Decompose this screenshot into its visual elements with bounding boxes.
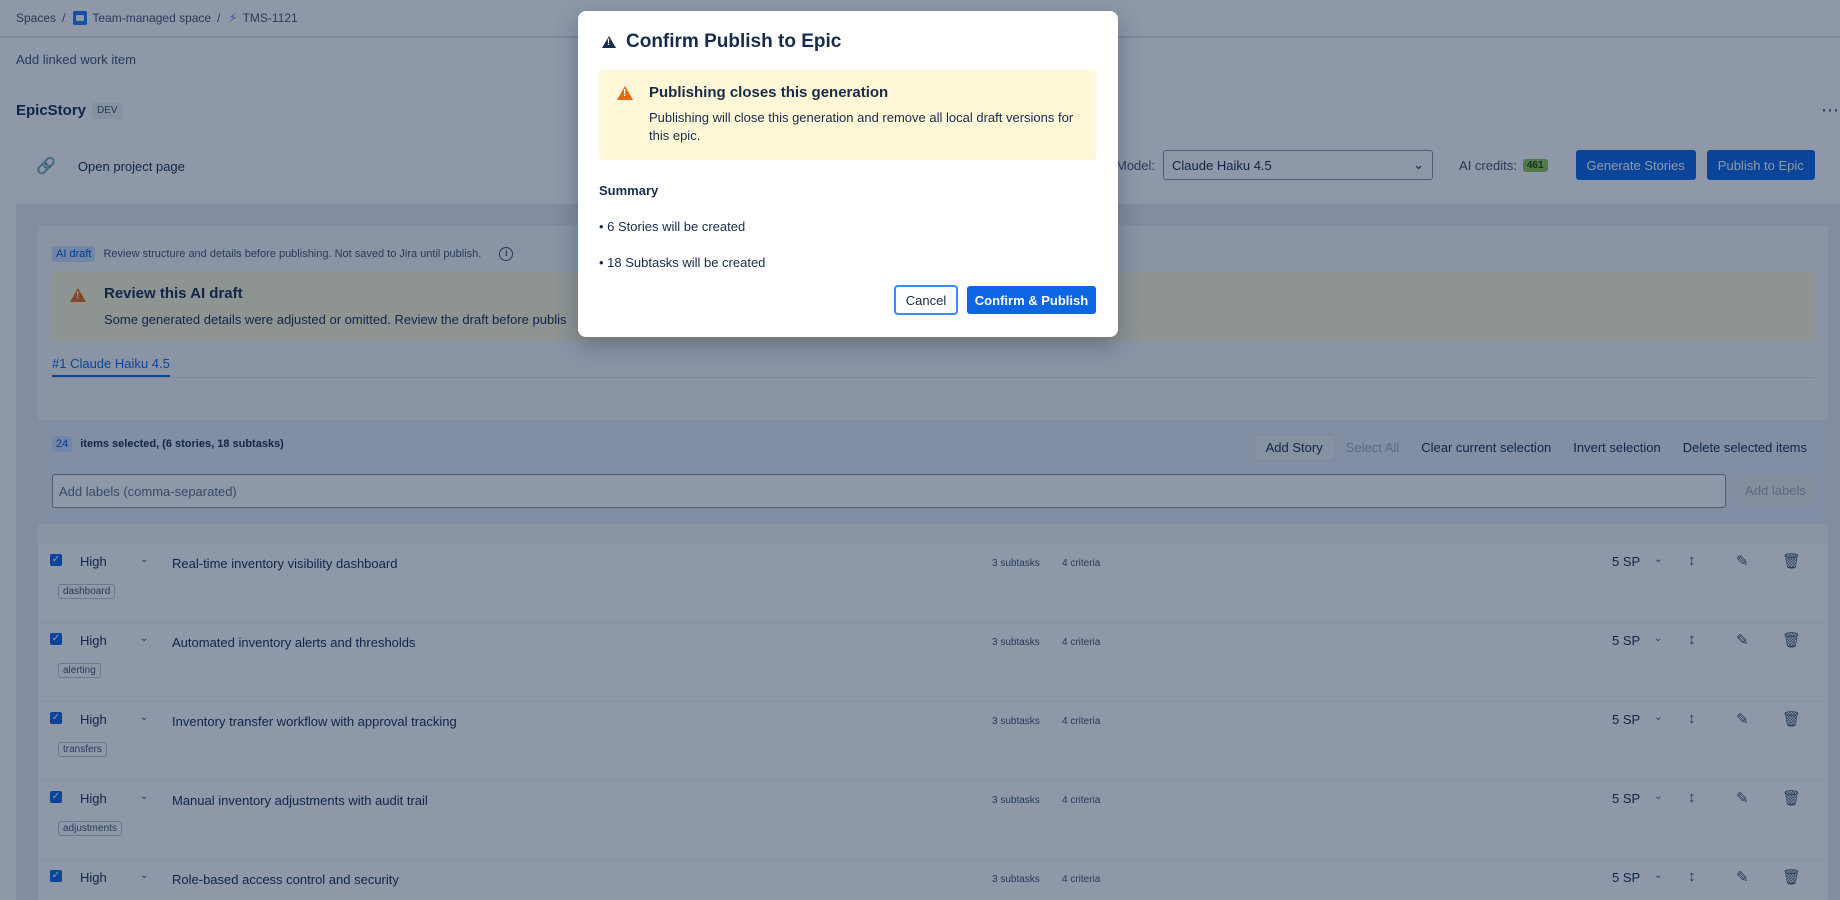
dialog-title: Confirm Publish to Epic (602, 31, 841, 53)
warning-title: Publishing closes this generation (649, 84, 889, 101)
summary-item: • 6 Stories will be created (599, 219, 746, 234)
dialog-title-text: Confirm Publish to Epic (626, 31, 842, 52)
warning-icon (602, 36, 616, 48)
confirm-publish-button[interactable]: Confirm & Publish (967, 286, 1096, 314)
summary-item: • 18 Subtasks will be created (599, 255, 766, 270)
warning-icon (617, 86, 633, 100)
confirm-publish-dialog: Confirm Publish to Epic Publishing close… (578, 11, 1118, 337)
dialog-warning-banner: Publishing closes this generation Publis… (599, 70, 1096, 160)
warning-body: Publishing will close this generation an… (649, 110, 1074, 143)
cancel-button[interactable]: Cancel (894, 285, 958, 315)
summary-heading: Summary (599, 183, 659, 198)
